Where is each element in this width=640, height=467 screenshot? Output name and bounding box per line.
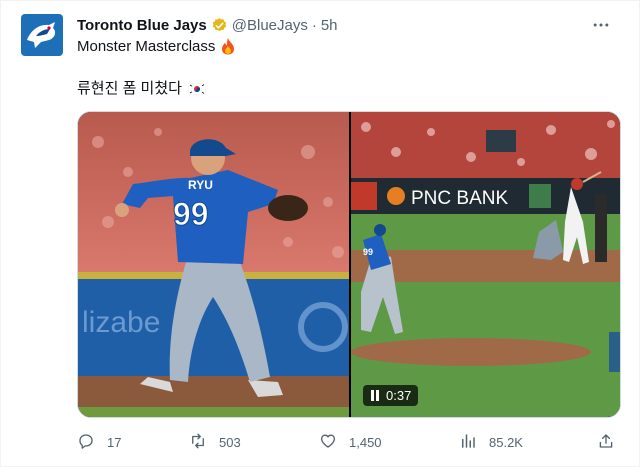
south-korea-flag-icon <box>187 82 207 95</box>
svg-text:lizabe: lizabe <box>82 306 160 339</box>
jersey-name: RYU <box>188 178 213 192</box>
author-name[interactable]: Toronto Blue Jays <box>77 17 207 34</box>
action-bar: 17 503 1,450 85.2K <box>77 429 621 455</box>
avatar[interactable] <box>21 14 63 56</box>
media-grid: lizabe RYU 99 PNC BANK 99 0:37 <box>77 111 621 418</box>
tweet-text: Monster Masterclass <box>77 37 216 55</box>
verified-badge-icon <box>211 17 228 34</box>
views-button[interactable]: 85.2K <box>459 429 523 455</box>
svg-text:99: 99 <box>363 247 373 257</box>
jersey-number: 99 <box>173 196 209 232</box>
reply-button[interactable]: 17 <box>77 429 121 455</box>
fire-emoji-icon <box>220 37 236 55</box>
blue-jays-logo-icon <box>21 14 63 56</box>
share-icon <box>597 432 615 453</box>
author-handle[interactable]: @BlueJays <box>232 17 308 34</box>
like-button[interactable]: 1,450 <box>319 429 382 455</box>
separator-dot: · <box>311 16 317 34</box>
heart-icon <box>319 432 337 453</box>
like-count: 1,450 <box>349 434 382 450</box>
views-count: 85.2K <box>489 434 523 450</box>
repost-button[interactable]: 503 <box>189 429 241 455</box>
tweet-card[interactable]: Toronto Blue Jays @BlueJays · 5h Monster… <box>0 0 640 467</box>
video-timestamp[interactable]: 0:37 <box>363 385 419 406</box>
tweet-text-line-2: 류현진 폼 미쳤다 <box>77 77 207 98</box>
tweet-text-korean: 류현진 폼 미쳤다 <box>77 80 182 97</box>
views-chart-icon <box>459 432 477 453</box>
more-options-icon[interactable] <box>589 13 613 37</box>
share-button[interactable] <box>597 429 615 455</box>
pnc-bank-banner: PNC BANK <box>411 188 508 209</box>
timestamp[interactable]: 5h <box>321 17 338 34</box>
pitcher-photo[interactable]: lizabe RYU 99 <box>78 112 349 417</box>
reply-count: 17 <box>107 434 122 450</box>
pause-icon[interactable] <box>370 390 380 401</box>
repost-icon <box>189 432 207 453</box>
reply-icon <box>77 432 95 453</box>
repost-count: 503 <box>219 434 241 450</box>
video-player[interactable]: PNC BANK 99 0:37 <box>351 112 620 417</box>
tweet-header: Toronto Blue Jays @BlueJays · 5h <box>77 15 619 35</box>
video-duration: 0:37 <box>386 388 412 403</box>
tweet-text-line-1: Monster Masterclass <box>77 37 236 55</box>
